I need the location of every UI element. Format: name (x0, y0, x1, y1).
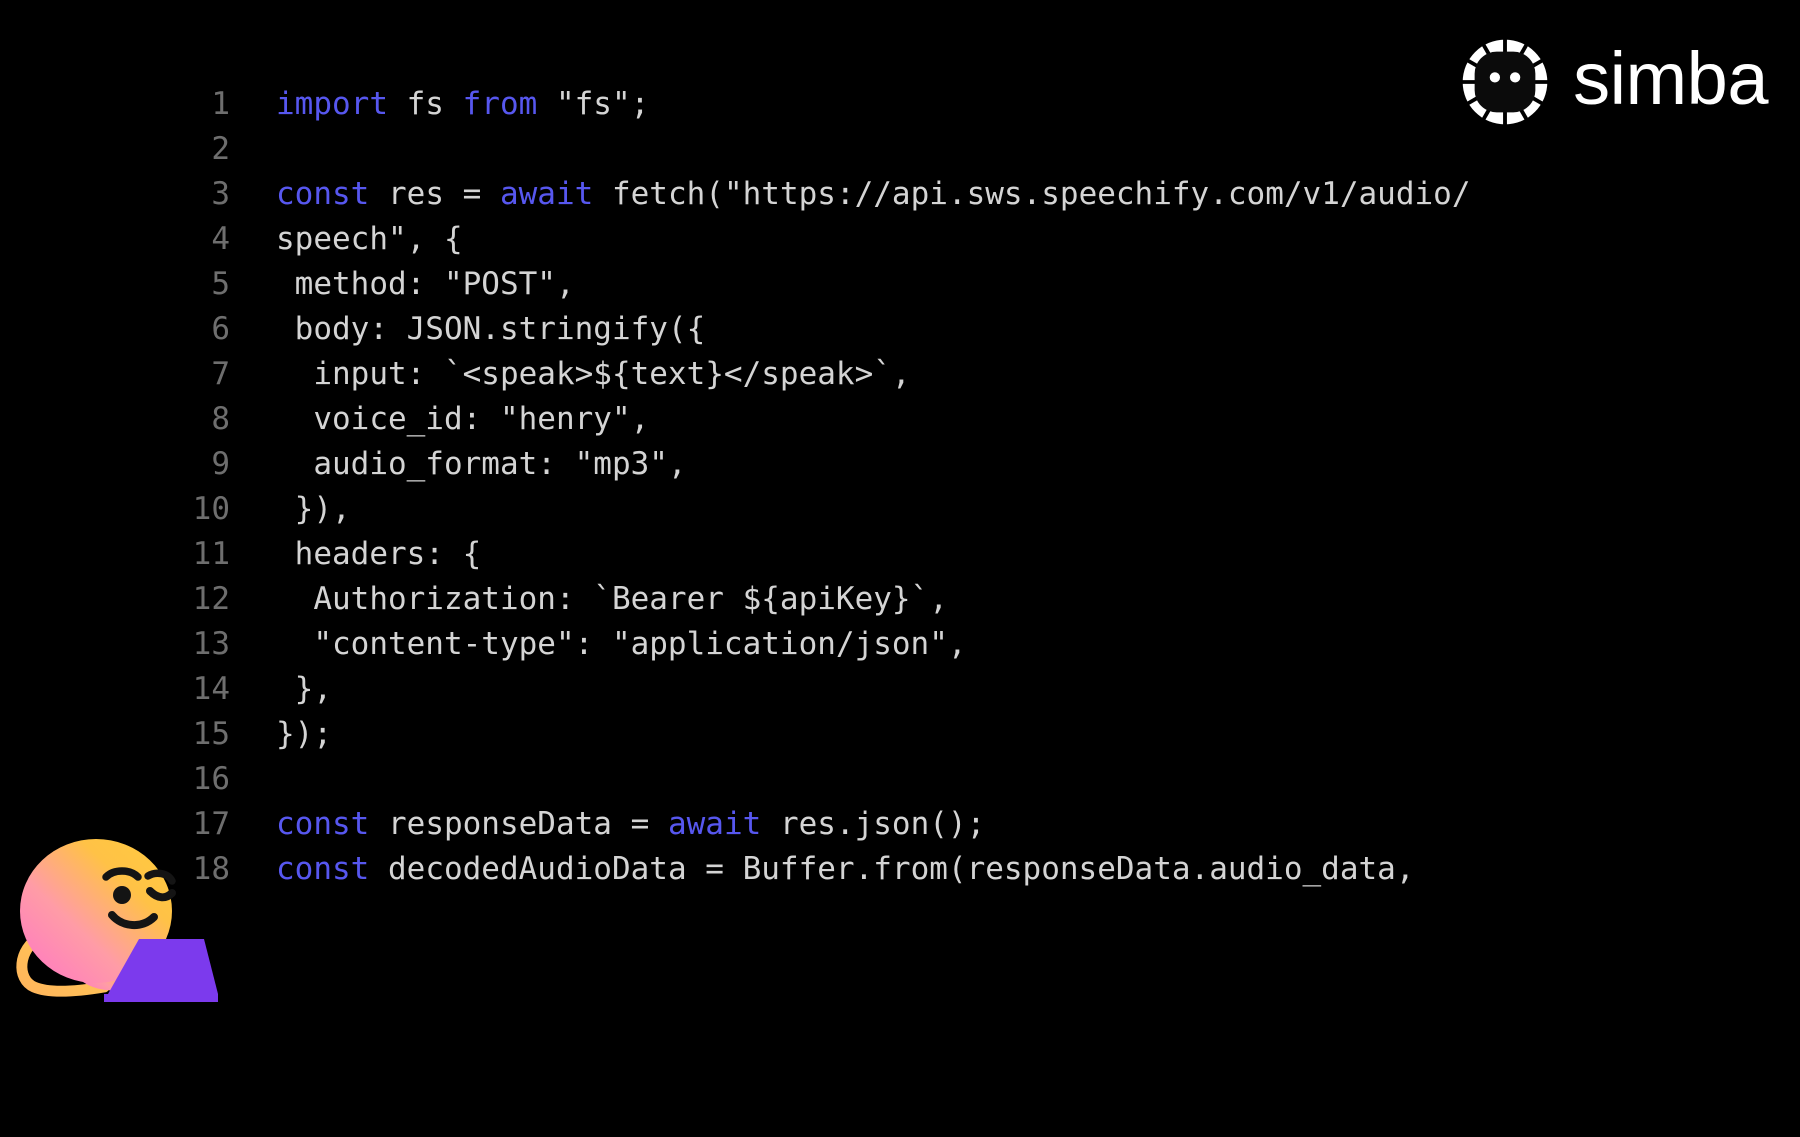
code-line: const responseData = await res.json(); (276, 802, 1471, 847)
code-text: }); (276, 716, 332, 752)
line-number: 10 (192, 491, 230, 527)
line-number: 1 (211, 86, 230, 122)
code-keyword: const (276, 176, 370, 212)
code-line: }), (276, 487, 1471, 532)
line-number: 5 (211, 266, 230, 302)
line-number: 16 (192, 761, 230, 797)
code-text: "content-type": "application/json", (276, 626, 967, 662)
code-text: audio_format: "mp3", (276, 446, 687, 482)
code-text: body: JSON.stringify({ (276, 311, 706, 347)
code-line: Authorization: `Bearer ${apiKey}`, (276, 577, 1471, 622)
line-number: 8 (211, 401, 230, 437)
code-text: }), (276, 491, 351, 527)
code-keyword: import (276, 86, 388, 122)
code-text: res = (369, 176, 500, 212)
brand-wordmark: simba (1573, 37, 1768, 120)
line-number: 15 (192, 716, 230, 752)
code-content: import fs from "fs";​const res = await f… (276, 82, 1471, 892)
code-line: import fs from "fs"; (276, 82, 1471, 127)
code-keyword: const (276, 806, 370, 842)
code-line: ​ (276, 757, 1471, 802)
line-number: 6 (211, 311, 230, 347)
code-text: fs (387, 86, 463, 122)
line-number: 7 (211, 356, 230, 392)
line-number: 9 (211, 446, 230, 482)
code-keyword: from (462, 86, 538, 122)
line-number: 3 (211, 176, 230, 212)
code-line: "content-type": "application/json", (276, 622, 1471, 667)
line-number-gutter: 1 2 3 4 5 6 7 8 9 10 11 12 13 14 15 16 17 18 (168, 82, 230, 892)
code-line: speech", { (276, 217, 1471, 262)
code-text: speech", { (276, 221, 463, 257)
code-line: input: `<speak>${text}</speak>`, (276, 352, 1471, 397)
code-line: }, (276, 667, 1471, 712)
code-text: fetch("https://api.sws.speechify.com/v1/… (593, 176, 1471, 212)
simba-sun-face-logo-icon (1462, 39, 1548, 125)
line-number: 2 (211, 131, 230, 167)
code-line: voice_id: "henry", (276, 397, 1471, 442)
line-number: 4 (211, 221, 230, 257)
code-line: headers: { (276, 532, 1471, 577)
line-number: 13 (192, 626, 230, 662)
code-text: headers: { (276, 536, 482, 572)
code-line: body: JSON.stringify({ (276, 307, 1471, 352)
code-text: Authorization: `Bearer ${apiKey}`, (276, 581, 948, 617)
code-text: "fs"; (537, 86, 650, 122)
smirking-face-with-laptop-mascot-icon (16, 839, 218, 1002)
code-text: }, (276, 671, 332, 707)
code-line: method: "POST", (276, 262, 1471, 307)
code-text: res.json(); (761, 806, 986, 842)
code-keyword: const (276, 851, 370, 887)
code-line: const decodedAudioData = Buffer.from(res… (276, 847, 1471, 892)
code-text: input: `<speak>${text}</speak>`, (276, 356, 911, 392)
code-line: }); (276, 712, 1471, 757)
code-line: audio_format: "mp3", (276, 442, 1471, 487)
code-text: decodedAudioData = Buffer.from(responseD… (369, 851, 1415, 887)
code-line: ​ (276, 127, 1471, 172)
line-number: 14 (192, 671, 230, 707)
code-text: method: "POST", (276, 266, 575, 302)
code-snippet: 1 2 3 4 5 6 7 8 9 10 11 12 13 14 15 16 17 18 import fs fr… (168, 82, 1471, 892)
code-keyword: await (499, 176, 594, 212)
code-text: responseData = (369, 806, 668, 842)
line-number: 12 (192, 581, 230, 617)
code-text: voice_id: "henry", (276, 401, 650, 437)
brand-logo: simba (1459, 34, 1768, 130)
line-number: 11 (192, 536, 230, 572)
code-keyword: await (667, 806, 762, 842)
code-line: const res = await fetch("https://api.sws… (276, 172, 1471, 217)
